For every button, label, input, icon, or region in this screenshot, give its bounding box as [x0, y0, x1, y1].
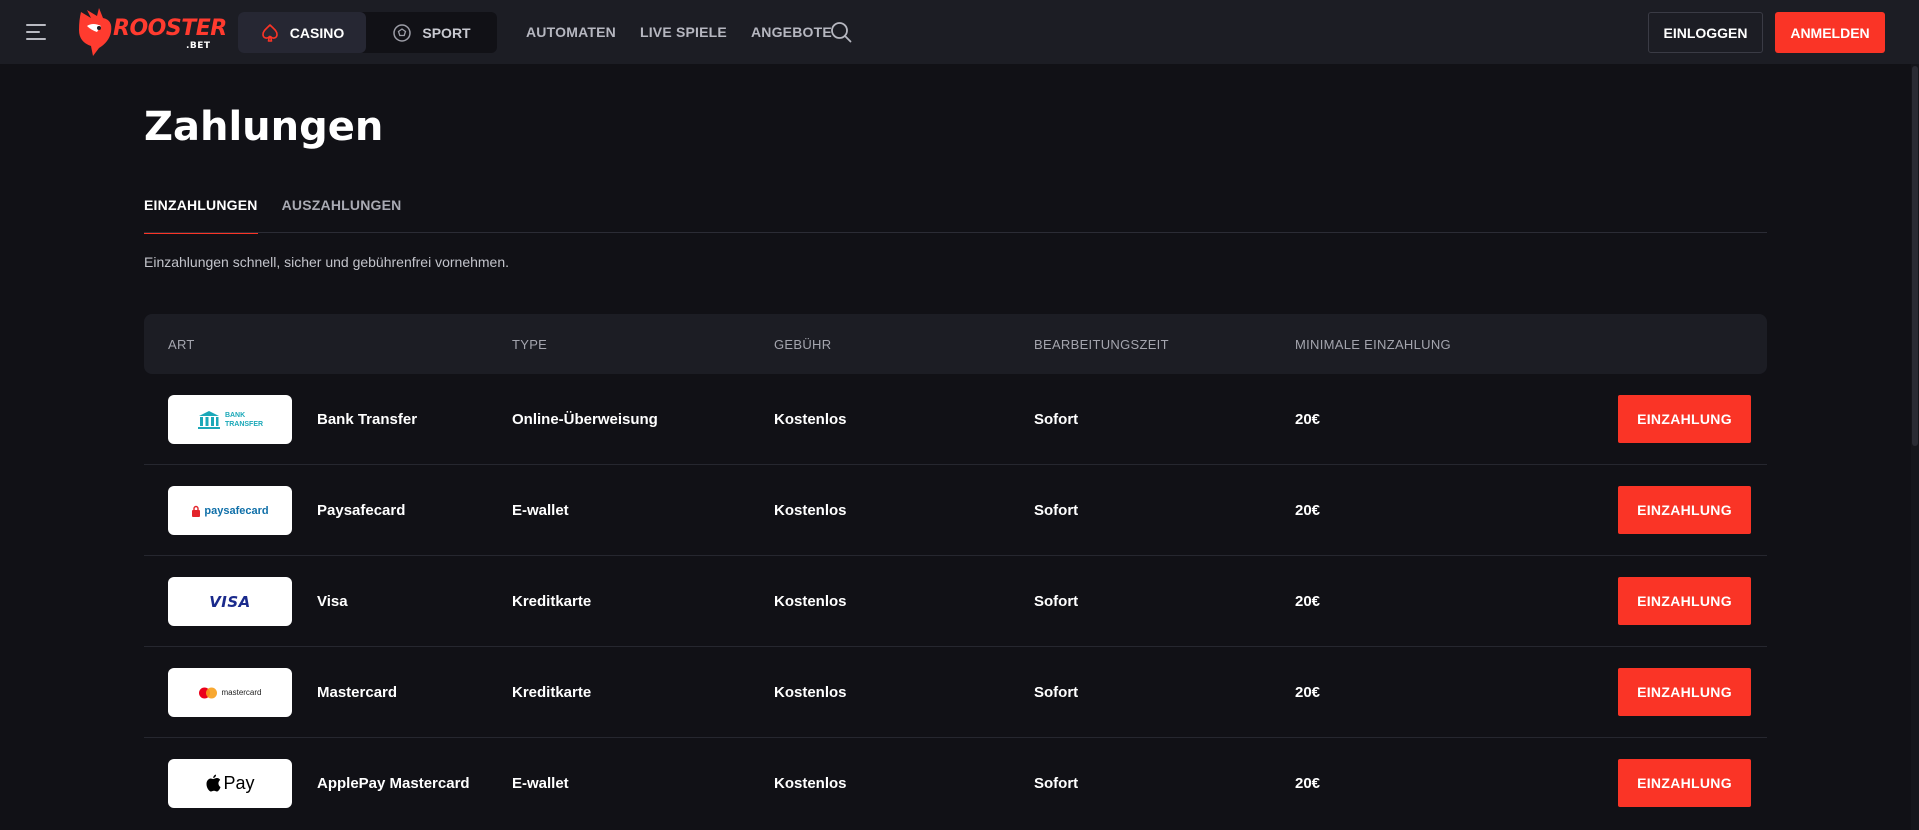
deposit-button-paysafecard[interactable]: EINZAHLUNG [1618, 486, 1751, 534]
nav-item-angebote[interactable]: ANGEBOTE [751, 24, 832, 40]
table-row: BANK TRANSFER Bank Transfer Online-Überw… [144, 374, 1767, 465]
method-min-deposit: 20€ [1295, 684, 1321, 701]
casino-label: CASINO [289, 24, 345, 41]
rooster-head-icon [79, 8, 112, 56]
method-type: Kreditkarte [512, 684, 592, 701]
method-type: E-wallet [512, 502, 569, 519]
login-button[interactable]: EINLOGGEN [1648, 12, 1763, 53]
paysafecard-logo: paysafecard [168, 486, 292, 535]
nav-item-live-spiele[interactable]: LIVE SPIELE [640, 24, 727, 40]
deposit-button-visa[interactable]: EINZAHLUNG [1618, 577, 1751, 625]
apple-icon [206, 774, 221, 792]
bank-icon [197, 410, 220, 429]
method-fee: Kostenlos [774, 775, 847, 792]
method-type: Online-Überweisung [512, 411, 658, 428]
method-name: ApplePay Mastercard [317, 775, 470, 792]
column-header-art: ART [168, 336, 195, 352]
column-header-processing-time: BEARBEITUNGSZEIT [1034, 336, 1169, 352]
payment-methods-table: ART TYPE GEBÜHR BEARBEITUNGSZEIT MINIMAL… [144, 314, 1767, 829]
visa-logo: VISA [168, 577, 292, 626]
method-type: Kreditkarte [512, 593, 592, 610]
product-switch: CASINO SPORT [238, 12, 497, 53]
table-row: paysafecard Paysafecard E-wallet Kostenl… [144, 465, 1767, 556]
method-processing-time: Sofort [1034, 502, 1079, 519]
method-processing-time: Sofort [1034, 593, 1079, 610]
main-nav: AUTOMATEN LIVE SPIELE ANGEBOTE [526, 0, 832, 64]
casino-switch-button[interactable]: CASINO [238, 12, 366, 53]
logo-suffix: .BET [186, 41, 211, 51]
payment-tabs: EINZAHLUNGEN AUSZAHLUNGEN [144, 197, 402, 234]
method-name: Mastercard [317, 684, 398, 701]
mastercard-circles-icon [199, 687, 218, 698]
logo-wordmark: ROOSTER [113, 16, 227, 41]
search-icon[interactable] [830, 21, 852, 43]
menu-icon[interactable] [26, 23, 48, 41]
method-min-deposit: 20€ [1295, 411, 1321, 428]
method-min-deposit: 20€ [1295, 593, 1321, 610]
table-row: Pay ApplePay Mastercard E-wallet Kostenl… [144, 738, 1767, 829]
mastercard-logo: mastercard [168, 668, 292, 717]
table-row: mastercard Mastercard Kreditkarte Kosten… [144, 647, 1767, 738]
column-header-fee: GEBÜHR [774, 336, 832, 352]
column-header-type: TYPE [512, 336, 548, 352]
apple-pay-logo: Pay [168, 759, 292, 808]
lock-icon [192, 505, 201, 517]
football-icon [393, 23, 412, 42]
table-header: ART TYPE GEBÜHR BEARBEITUNGSZEIT MINIMAL… [144, 314, 1767, 374]
method-name: Bank Transfer [317, 411, 418, 428]
method-min-deposit: 20€ [1295, 775, 1321, 792]
sport-label: SPORT [422, 24, 471, 41]
method-fee: Kostenlos [774, 411, 847, 428]
method-fee: Kostenlos [774, 502, 847, 519]
top-navigation-bar: ROOSTER .BET CASINO SPORT AUTOMATEN LIVE… [0, 0, 1919, 64]
method-name: Visa [317, 593, 348, 610]
page-title: Zahlungen [144, 104, 384, 150]
table-row: VISA Visa Kreditkarte Kostenlos Sofort 2… [144, 556, 1767, 647]
spade-icon [261, 23, 278, 42]
register-button[interactable]: ANMELDEN [1775, 12, 1885, 53]
bank-transfer-logo: BANK TRANSFER [168, 395, 292, 444]
method-type: E-wallet [512, 775, 569, 792]
deposit-button-bank-transfer[interactable]: EINZAHLUNG [1618, 395, 1751, 443]
method-processing-time: Sofort [1034, 684, 1079, 701]
deposit-button-mastercard[interactable]: EINZAHLUNG [1618, 668, 1751, 716]
rooster-logo[interactable]: ROOSTER .BET [73, 8, 227, 58]
sport-switch-button[interactable]: SPORT [366, 12, 497, 53]
page-subtitle: Einzahlungen schnell, sicher und gebühre… [144, 254, 510, 270]
deposit-button-applepay[interactable]: EINZAHLUNG [1618, 759, 1751, 807]
method-fee: Kostenlos [774, 684, 847, 701]
method-fee: Kostenlos [774, 593, 847, 610]
page-scrollbar[interactable] [1911, 64, 1919, 830]
tab-einzahlungen[interactable]: EINZAHLUNGEN [144, 197, 258, 234]
method-min-deposit: 20€ [1295, 502, 1321, 519]
method-processing-time: Sofort [1034, 775, 1079, 792]
tab-auszahlungen[interactable]: AUSZAHLUNGEN [282, 197, 402, 233]
tabs-divider [144, 232, 1767, 233]
column-header-min-deposit: MINIMALE EINZAHLUNG [1295, 336, 1451, 352]
method-name: Paysafecard [317, 502, 406, 519]
nav-item-automaten[interactable]: AUTOMATEN [526, 24, 616, 40]
method-processing-time: Sofort [1034, 411, 1079, 428]
